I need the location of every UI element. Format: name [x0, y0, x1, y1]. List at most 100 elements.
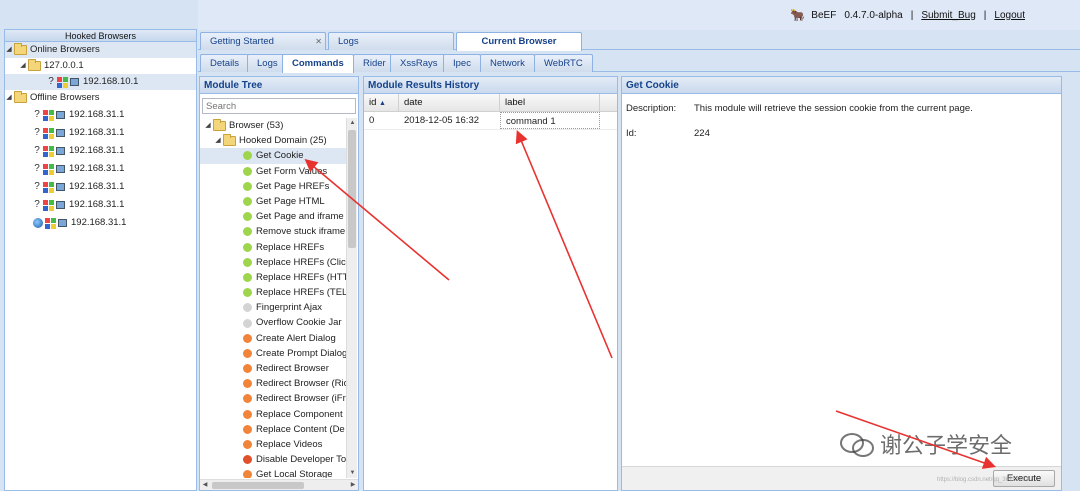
offline-browser-item[interactable]: ? 192.168.31.1 [5, 124, 196, 142]
module-item[interactable]: Disable Developer To [200, 452, 346, 467]
offline-browser-item[interactable]: ? 192.168.31.1 [5, 142, 196, 160]
module-item[interactable]: Get Local Storage [200, 467, 346, 478]
unknown-browser-icon: ? [34, 145, 40, 156]
module-item[interactable]: Get Cookie [200, 148, 346, 164]
module-item[interactable]: Replace HREFs (Clic [200, 255, 346, 270]
watermark: 谢公子学安全 [840, 428, 1012, 460]
result-label[interactable]: command 1 [500, 112, 600, 129]
module-item[interactable]: Replace HREFs (TEL [200, 285, 346, 300]
folder-icon [14, 91, 27, 103]
module-tree-title: Module Tree [200, 77, 358, 94]
module-label: Get Local Storage [256, 469, 333, 478]
module-label: Replace Component [256, 408, 343, 420]
subtab-xssrays[interactable]: XssRays [390, 54, 448, 72]
table-row[interactable]: 0 2018-12-05 16:32 command 1 [364, 112, 617, 130]
subtab-details[interactable]: Details [200, 54, 250, 72]
module-item[interactable]: Replace Content (De [200, 422, 346, 437]
module-item[interactable]: Replace Videos [200, 437, 346, 452]
logout-link[interactable]: Logout [994, 10, 1025, 21]
module-item[interactable]: Redirect Browser [200, 361, 346, 376]
tab-logs[interactable]: Logs [328, 32, 454, 50]
online-browsers-node[interactable]: ◢ Online Browsers [5, 42, 196, 58]
scroll-thumb[interactable] [348, 130, 356, 248]
module-item[interactable]: Replace HREFs [200, 240, 346, 255]
expand-triangle-icon[interactable]: ◢ [5, 42, 13, 58]
offline-browser-item[interactable]: ? 192.168.31.1 [5, 178, 196, 196]
tab-current-browser[interactable]: Current Browser [456, 32, 582, 51]
expand-triangle-icon[interactable]: ◢ [204, 118, 212, 133]
offline-browser-item[interactable]: ? 192.168.31.1 [5, 106, 196, 124]
sort-asc-icon: ▲ [379, 100, 386, 107]
module-item[interactable]: Get Page HREFs [200, 179, 346, 194]
module-label: Redirect Browser (iFr [256, 393, 346, 405]
module-tree-vscrollbar[interactable]: ▲ ▼ [346, 118, 357, 478]
module-status-icon [243, 257, 252, 267]
subtab-network[interactable]: Network [480, 54, 535, 72]
offline-browser-item[interactable]: ? 192.168.31.1 [5, 160, 196, 178]
online-host-node[interactable]: ◢ 127.0.0.1 [5, 58, 196, 74]
column-header-label[interactable]: label [500, 94, 600, 111]
scroll-left-icon[interactable]: ◀ [200, 480, 210, 491]
close-icon[interactable]: ✕ [315, 33, 322, 50]
module-search-input[interactable] [202, 98, 356, 114]
offline-browser-item[interactable]: ? 192.168.31.1 [5, 196, 196, 214]
expand-triangle-icon[interactable]: ◢ [5, 90, 13, 106]
top-info: 🐂 BeEF 0.4.7.0-alpha | Submit_Bug | Logo… [790, 8, 1025, 22]
module-list: Get Cookie Get Form Values Get Page HREFs G… [200, 148, 346, 478]
module-status-icon [243, 424, 252, 434]
id-row: Id: 224 [626, 128, 1061, 139]
module-item[interactable]: Get Page HTML [200, 194, 346, 209]
monitor-icon [58, 219, 67, 227]
folder-icon [213, 118, 226, 131]
module-status-icon [243, 455, 252, 465]
scroll-down-icon[interactable]: ▼ [347, 468, 358, 478]
module-label: Replace HREFs (HTT [256, 271, 346, 283]
online-browser-ip: 192.168.10.1 [83, 76, 139, 87]
tab-label: Logs [338, 36, 359, 47]
module-item[interactable]: Overflow Cookie Jar [200, 315, 346, 330]
module-label: Create Alert Dialog [256, 332, 336, 344]
monitor-icon [56, 165, 65, 173]
module-item[interactable]: Redirect Browser (iFr [200, 391, 346, 406]
scroll-right-icon[interactable]: ▶ [348, 480, 358, 491]
hooked-domain-node[interactable]: ◢ Hooked Domain (25) [200, 133, 346, 148]
description-row: Description: This module will retrieve t… [626, 103, 1061, 114]
windows-icon [45, 217, 56, 229]
scroll-up-icon[interactable]: ▲ [347, 118, 358, 128]
folder-icon [28, 59, 41, 71]
ie-icon [33, 218, 43, 228]
beef-logo-icon: 🐂 [790, 8, 806, 22]
offline-browser-item[interactable]: 192.168.31.1 [5, 214, 196, 232]
expand-triangle-icon[interactable]: ◢ [214, 133, 222, 148]
subtab-ipec[interactable]: Ipec [443, 54, 481, 72]
subtab-webrtc[interactable]: WebRTC [534, 54, 593, 72]
module-label: Remove stuck iframe [256, 226, 346, 238]
module-tree-hscrollbar[interactable]: ◀ ▶ [200, 479, 358, 490]
module-item[interactable]: Get Page and iframe [200, 209, 346, 224]
module-item[interactable]: Redirect Browser (Ric [200, 376, 346, 391]
online-browser-item[interactable]: ? 192.168.10.1 [5, 74, 196, 90]
subtab-commands[interactable]: Commands [282, 54, 354, 73]
offline-browsers-node[interactable]: ◢ Offline Browsers [5, 90, 196, 106]
module-item[interactable]: Replace HREFs (HTT [200, 270, 346, 285]
module-item[interactable]: Create Prompt Dialog [200, 346, 346, 361]
module-item[interactable]: Get Form Values [200, 164, 346, 179]
module-item[interactable]: Create Alert Dialog [200, 331, 346, 346]
unknown-browser-icon: ? [34, 127, 40, 138]
column-header-date[interactable]: date [399, 94, 500, 111]
module-item[interactable]: Remove stuck iframe [200, 224, 346, 239]
module-item[interactable]: Fingerprint Ajax [200, 300, 346, 315]
module-status-icon [243, 197, 252, 207]
main-tabstrip: Getting Started ✕ Logs Current Browser [198, 30, 1080, 51]
expand-triangle-icon[interactable]: ◢ [19, 58, 27, 74]
column-header-id[interactable]: id ▲ [364, 94, 399, 111]
scroll-thumb[interactable] [212, 482, 304, 489]
module-item[interactable]: Replace Component [200, 407, 346, 422]
browser-category-node[interactable]: ◢ Browser (53) [200, 118, 346, 133]
module-status-icon [243, 288, 252, 298]
submit-bug-link[interactable]: Submit_Bug [921, 10, 975, 21]
top-bar: 🐂 BeEF 0.4.7.0-alpha | Submit_Bug | Logo… [198, 0, 1080, 30]
module-label: Replace HREFs (Clic [256, 256, 346, 268]
tab-getting-started[interactable]: Getting Started ✕ [200, 32, 326, 50]
browser-subtabstrip: Details Logs Commands Rider XssRays Ipec… [198, 52, 1080, 73]
